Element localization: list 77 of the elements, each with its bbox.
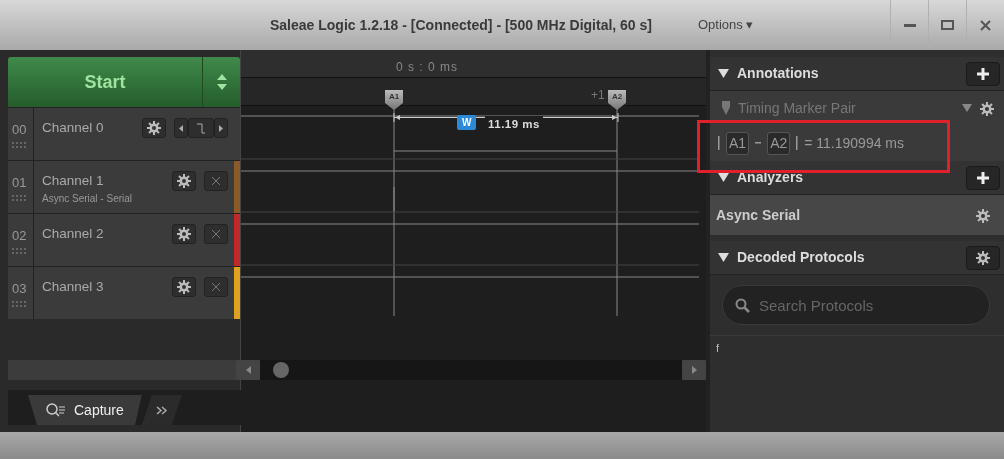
width-tag: W <box>457 115 477 130</box>
remove-channel-button[interactable] <box>204 277 228 297</box>
timing-marker[interactable]: A2 <box>608 90 626 110</box>
channel-settings-button[interactable] <box>172 224 196 244</box>
marker-label: A1 <box>726 131 750 155</box>
section-title: Decoded Protocols <box>737 248 865 267</box>
up-down-arrows-icon <box>216 73 227 91</box>
scroll-right-button[interactable] <box>682 360 706 380</box>
grip-icon <box>12 247 28 254</box>
tick-label: +1 <box>591 87 605 104</box>
remove-channel-button[interactable] <box>204 171 228 191</box>
section-title: Annotations <box>737 64 819 83</box>
channel-settings-button[interactable] <box>172 277 196 297</box>
measurement-value: = 11.190994 ms <box>804 133 904 153</box>
search-list-icon <box>46 402 66 418</box>
plus-icon <box>976 170 990 185</box>
right-arrow-icon <box>691 366 697 374</box>
add-analyzer-button[interactable] <box>966 165 1000 190</box>
dropdown-triangle-icon[interactable] <box>962 104 972 112</box>
double-chevron-icon <box>155 406 168 416</box>
scroll-left-button[interactable] <box>236 360 260 380</box>
close-icon <box>980 19 991 31</box>
channel-name: Channel 0 <box>42 119 104 137</box>
dash-separator-icon <box>755 142 762 144</box>
gear-icon <box>980 101 994 116</box>
collapse-triangle-icon <box>718 173 729 182</box>
channel-settings-button[interactable] <box>172 171 196 191</box>
bar-separator-icon <box>796 136 799 150</box>
trigger-next-button[interactable] <box>214 118 228 138</box>
channel-number: 03 <box>12 280 28 298</box>
channel-number: 01 <box>12 174 28 192</box>
trigger-edge-button[interactable] <box>188 118 214 138</box>
gear-icon <box>147 121 161 135</box>
gear-icon <box>177 227 191 241</box>
channel-number: 02 <box>12 227 28 245</box>
grip-icon <box>12 194 28 201</box>
left-arrow-icon <box>245 366 251 374</box>
capture-tab[interactable]: Capture <box>28 395 142 425</box>
section-title: Analyzers <box>737 168 804 187</box>
time-label: 0 s : 0 ms <box>396 59 458 76</box>
marker-label: A2 <box>767 131 791 155</box>
close-icon <box>211 176 221 186</box>
channel-name: Channel 2 <box>42 225 104 243</box>
channel-number: 00 <box>12 121 28 139</box>
window-title: Saleae Logic 1.2.18 - [Connected] - [500 MHz Digital, 60 s] <box>270 15 652 35</box>
maximize-icon <box>941 20 954 30</box>
protocol-output: f <box>716 342 720 354</box>
plus-icon <box>976 66 990 81</box>
right-arrow-icon <box>219 124 223 132</box>
remove-channel-button[interactable] <box>204 224 228 244</box>
channel-settings-button[interactable] <box>142 118 166 138</box>
minimize-icon <box>903 23 916 27</box>
falling-edge-icon <box>197 122 205 134</box>
pin-icon <box>722 101 730 115</box>
close-icon <box>211 282 221 292</box>
close-icon <box>211 229 221 239</box>
analyzer-name[interactable]: Async Serial <box>716 204 801 226</box>
analyzer-label: Async Serial - Serial <box>42 192 134 207</box>
add-annotation-button[interactable] <box>966 61 1000 86</box>
timing-marker[interactable]: A1 <box>385 90 403 110</box>
channel-name: Channel 1 <box>42 172 104 190</box>
gear-icon <box>177 280 191 294</box>
grip-icon <box>12 300 28 307</box>
collapse-triangle-icon <box>718 253 729 262</box>
bar-separator-icon <box>718 136 720 150</box>
left-arrow-icon <box>179 124 183 132</box>
gear-icon <box>976 208 990 223</box>
protocol-settings-button[interactable] <box>966 245 1000 270</box>
gear-icon <box>976 250 990 265</box>
grip-icon <box>12 141 28 148</box>
options-menu[interactable]: Options ▾ <box>698 15 754 35</box>
trigger-previous-button[interactable] <box>174 118 188 138</box>
channel-name: Channel 3 <box>42 278 104 296</box>
collapse-triangle-icon <box>718 69 729 78</box>
search-field[interactable]: Search Protocols <box>722 285 990 325</box>
gear-icon <box>177 174 191 188</box>
scrollbar-thumb[interactable] <box>272 361 290 379</box>
